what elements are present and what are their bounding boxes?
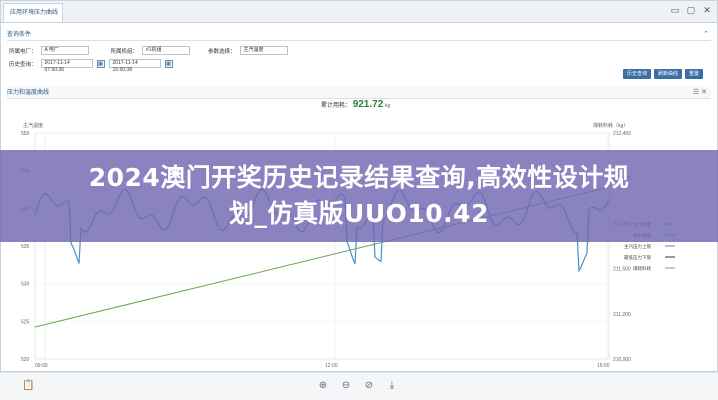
x-axis-ticks: 09:00 12:00 15:00 [35,363,610,369]
tab-bar: 应用环境压力曲线 ▭ ▢ ✕ [1,1,717,23]
x-tick-label: 09:00 [35,363,48,369]
reset-zoom-icon[interactable]: ⊘ [363,380,375,392]
param-label: 参数选择： [208,48,236,55]
overlay-line-2: 划_仿真版UUO10.42 [229,199,489,228]
x-tick-label: 15:00 [597,363,610,369]
history-query-button[interactable]: 历史查询 [622,69,651,79]
overlay-line-1: 2024澳门开奖历史记录结果查询,高效性设计规 [88,163,630,192]
time-start-input[interactable]: 2017-11-14 07:50:36 [40,59,93,73]
minimize-icon[interactable]: ▭ [669,4,681,16]
total-consumption: 累计用耗： 921.72 kg [321,99,390,110]
left-tick-label: 525 [21,319,30,325]
param-select[interactable]: 主汽温度 [239,46,288,55]
overlay-text: 2024澳门开奖历史记录结果查询,高效性设计规 划_仿真版UUO10.42 [0,160,718,232]
left-tick-label: 520 [21,357,30,363]
clipboard-icon[interactable]: 📋 [22,380,34,392]
query-row-2: 历史查询： 2017-11-14 07:50:36 ▦ 2017-11-14 1… [9,59,173,73]
right-tick-label: 212,400 [613,131,631,137]
time-label: 历史查询： [9,61,37,68]
close-icon[interactable]: ✕ [701,4,713,16]
collapse-icon[interactable]: ⌃ [703,29,709,41]
owner-label: 所属电厂： [9,48,37,55]
left-axis-label: 主汽温度 [23,122,43,129]
bottom-toolbar: 📋 ⊕ ⊖ ⊘ ⤓ [0,372,718,400]
total-unit: kg [384,103,391,109]
calendar-icon[interactable]: ▦ [96,59,105,68]
query-buttons: 历史查询 刷新曲线 重置 [622,69,703,79]
owner-select[interactable]: A 电厂 [40,46,89,55]
left-tick-label: 530 [21,282,30,288]
right-tick-label: 211,200 [613,312,631,318]
left-tick-label: 535 [21,244,30,250]
query-row-1: 所属电厂： A 电厂 所属机组： #1机组 参数选择： 主汽温度 [9,46,288,55]
right-tick-label: 211,500 [613,267,631,273]
legend-label: 最低压力下限 [624,254,651,261]
left-tick-label: 550 [21,131,30,137]
chart-panel-title: 压力和温度曲线 [7,90,50,96]
legend-label: 煤耗料耗 [633,265,651,272]
calendar-icon[interactable]: ▦ [164,59,173,68]
window-controls: ▭ ▢ ✕ [669,4,713,16]
legend-label: 主汽压力上限 [624,243,651,250]
unit-select[interactable]: #1机组 [142,46,191,55]
zoom-out-icon[interactable]: ⊖ [340,380,352,392]
total-value: 921.72 [352,99,384,110]
maximize-icon[interactable]: ▢ [685,4,697,16]
download-icon[interactable]: ⤓ [386,380,398,392]
right-axis-label: 煤耗料耗（kg） [593,122,628,129]
unit-label: 所属机组： [110,48,139,55]
reset-button[interactable]: 重置 [684,69,703,79]
query-panel-title: 查询条件 [7,32,32,38]
query-panel-header: 查询条件 ⌃ [7,29,711,41]
tab-pressure-curve[interactable]: 应用环境压力曲线 [3,3,63,22]
refresh-curve-button[interactable]: 刷新曲线 [653,69,682,79]
overlay-banner: 2024澳门开奖历史记录结果查询,高效性设计规 划_仿真版UUO10.42 [0,150,718,242]
panel-tools-icon[interactable]: ☰ ✕ [693,87,707,99]
x-tick-label: 12:00 [325,363,338,369]
chart-panel-header: 压力和温度曲线 ☰ ✕ [7,87,711,99]
right-tick-label: 210,900 [613,357,631,363]
zoom-in-icon[interactable]: ⊕ [317,380,329,392]
time-end-input[interactable]: 2017-11-14 15:50:38 [108,59,161,73]
total-label: 累计用耗： [321,103,352,109]
